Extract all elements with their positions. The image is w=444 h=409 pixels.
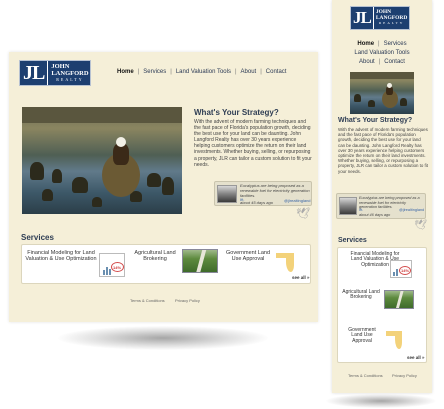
- service-government-land-use-approval[interactable]: Government Land Use Approval: [222, 249, 302, 281]
- service-financial-modeling[interactable]: Financial Modeling for Land Valuation & …: [25, 249, 125, 281]
- tweet-card[interactable]: Eucalyptus are being proposed as a renew…: [214, 181, 312, 206]
- nav-contact[interactable]: Contact: [266, 69, 287, 75]
- nav-separator: |: [170, 69, 172, 75]
- desktop-mockup: JL JOHN LANGFORD REALTY Home | Services …: [9, 52, 318, 322]
- nav-about[interactable]: About: [359, 59, 375, 65]
- services-heading: Services: [338, 237, 367, 244]
- nav-about[interactable]: About: [241, 69, 257, 75]
- nav-separator: |: [378, 59, 381, 65]
- services-panel: Financial Modeling for Land Valuation & …: [337, 247, 427, 363]
- farmland-photo-thumbnail: [384, 290, 414, 309]
- services-heading: Services: [21, 233, 54, 242]
- footer-privacy-link[interactable]: Privacy Policy: [175, 298, 200, 303]
- nav-services[interactable]: Services: [143, 69, 166, 75]
- tweet-card[interactable]: Eucalyptus are being proposed as a renew…: [336, 193, 426, 219]
- nav-services[interactable]: Services: [384, 41, 407, 47]
- tweet-time: about 46 days ago: [359, 213, 391, 217]
- footer-terms-link[interactable]: Terms & Conditions: [130, 298, 165, 303]
- footer-terms-link[interactable]: Terms & Conditions: [348, 373, 383, 378]
- mobile-nav-row2: Land Valuation Tools: [332, 50, 432, 56]
- chart-badge: 14%: [401, 268, 410, 273]
- nav-separator: |: [137, 69, 140, 75]
- tweet-link[interactable]: Ift.: [359, 208, 363, 212]
- tweet-time: about 45 days ago: [240, 200, 273, 205]
- logo[interactable]: JL JOHN LANGFORD REALTY: [19, 60, 91, 86]
- desktop-shadow: [58, 326, 268, 350]
- strategy-heading: What's Your Strategy?: [194, 108, 279, 117]
- service-title: Agricultural Land Brokering: [134, 250, 176, 262]
- strategy-heading: What's Your Strategy?: [338, 117, 413, 124]
- nav-separator: |: [378, 41, 380, 47]
- financial-chart-thumbnail: 14%: [390, 260, 412, 278]
- twitter-bird-icon[interactable]: 🕊: [414, 220, 427, 231]
- farmland-photo-thumbnail: [182, 249, 218, 273]
- strategy-body: With the advent of modern farming techni…: [338, 127, 428, 174]
- nav-separator: |: [234, 69, 237, 75]
- service-title: Government Land Use Approval: [348, 327, 376, 344]
- bald-eagle-in-swamp-photo: [22, 107, 182, 214]
- service-financial-modeling[interactable]: Financial Modeling for Land Valuation & …: [340, 251, 426, 279]
- see-all-link[interactable]: see all »: [407, 355, 425, 360]
- mobile-nav-row1: Home | Services: [332, 41, 432, 47]
- logo-monogram: JL: [351, 7, 374, 29]
- florida-map-thumbnail: [386, 328, 410, 350]
- footer-privacy-link[interactable]: Privacy Policy: [392, 373, 417, 378]
- service-agricultural-land-brokering[interactable]: Agricultural Land Brokering: [340, 288, 426, 312]
- mobile-mockup: JL JOHN LANGFORD REALTY Home | Services …: [332, 0, 432, 393]
- mobile-nav-row3: About | Contact: [332, 59, 432, 65]
- nav-home[interactable]: Home: [117, 69, 134, 75]
- avatar: [339, 197, 357, 215]
- twitter-bird-icon[interactable]: 🕊: [296, 207, 310, 220]
- tweet-handle[interactable]: @jlrealtingland: [399, 208, 424, 212]
- service-title: Financial Modeling for Land Valuation & …: [25, 250, 97, 262]
- bald-eagle-in-swamp-photo: [350, 72, 414, 114]
- logo-monogram: JL: [20, 61, 49, 85]
- logo[interactable]: JL JOHN LANGFORD REALTY: [350, 6, 410, 30]
- service-government-land-use-approval[interactable]: Government Land Use Approval: [340, 326, 426, 352]
- florida-map-thumbnail: [276, 249, 302, 273]
- nav-separator: |: [260, 69, 262, 75]
- chart-badge: 14%: [113, 265, 122, 270]
- nav-contact[interactable]: Contact: [384, 59, 405, 65]
- strategy-body: With the advent of modern farming techni…: [194, 119, 312, 168]
- see-all-link[interactable]: see all »: [292, 275, 310, 280]
- tweet-text: Eucalyptus are being proposed as a renew…: [240, 183, 310, 198]
- logo-name-line3: REALTY: [56, 76, 84, 82]
- nav-home[interactable]: Home: [357, 41, 374, 47]
- logo-name-line3: REALTY: [378, 20, 405, 25]
- tweet-handle[interactable]: @jlrealtingland: [284, 198, 311, 203]
- main-nav: Home | Services | Land Valuation Tools |…: [117, 69, 286, 75]
- avatar: [217, 185, 237, 203]
- financial-chart-thumbnail: 14%: [99, 253, 125, 277]
- service-agricultural-land-brokering[interactable]: Agricultural Land Brokering: [130, 249, 218, 281]
- services-panel: Financial Modeling for Land Valuation & …: [21, 244, 311, 284]
- nav-land-valuation-tools[interactable]: Land Valuation Tools: [354, 50, 409, 56]
- mobile-shadow: [326, 394, 436, 408]
- service-title: Government Land Use Approval: [225, 250, 271, 262]
- nav-land-valuation-tools[interactable]: Land Valuation Tools: [176, 69, 231, 75]
- service-title: Agricultural Land Brokering: [342, 289, 380, 301]
